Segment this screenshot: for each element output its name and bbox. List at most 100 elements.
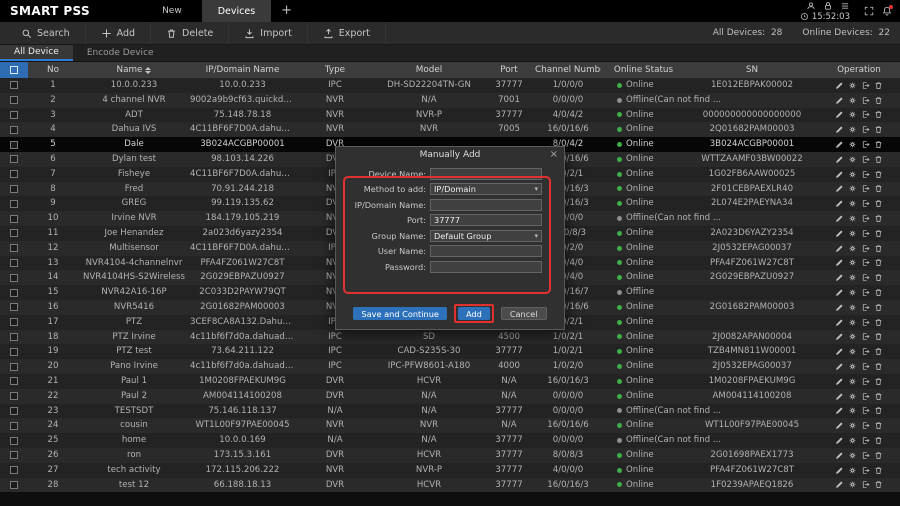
edit-icon[interactable] xyxy=(835,184,844,193)
gear-icon[interactable] xyxy=(848,81,857,90)
edit-icon[interactable] xyxy=(835,466,844,475)
logout-icon[interactable] xyxy=(861,332,870,341)
edit-icon[interactable] xyxy=(835,273,844,282)
row-checkbox[interactable] xyxy=(10,333,18,341)
edit-icon[interactable] xyxy=(835,81,844,90)
row-checkbox[interactable] xyxy=(10,377,18,385)
row-checkbox[interactable] xyxy=(10,155,18,163)
delete-icon[interactable] xyxy=(874,214,883,223)
gear-icon[interactable] xyxy=(848,229,857,238)
row-checkbox[interactable] xyxy=(10,348,18,356)
tab-new[interactable]: New xyxy=(162,6,182,16)
gear-icon[interactable] xyxy=(848,466,857,475)
row-checkbox[interactable] xyxy=(10,451,18,459)
row-checkbox[interactable] xyxy=(10,289,18,297)
select-all-checkbox[interactable] xyxy=(10,66,18,74)
logout-icon[interactable] xyxy=(861,318,870,327)
delete-icon[interactable] xyxy=(874,229,883,238)
gear-icon[interactable] xyxy=(848,140,857,149)
logout-icon[interactable] xyxy=(861,347,870,356)
logout-icon[interactable] xyxy=(861,392,870,401)
edit-icon[interactable] xyxy=(835,96,844,105)
column-header-channel[interactable]: Channel Number xyxy=(535,62,601,78)
edit-icon[interactable] xyxy=(835,214,844,223)
column-header-type[interactable]: Type xyxy=(295,62,375,78)
gear-icon[interactable] xyxy=(848,125,857,134)
row-checkbox[interactable] xyxy=(10,215,18,223)
delete-icon[interactable] xyxy=(874,421,883,430)
table-row[interactable]: 23 TESTSDT 75.146.118.137 N/A N/A 37777 … xyxy=(0,404,900,419)
table-row[interactable]: 26 ron 173.15.3.161 DVR HCVR 37777 8/0/8… xyxy=(0,448,900,463)
delete-icon[interactable] xyxy=(874,392,883,401)
gear-icon[interactable] xyxy=(848,96,857,105)
row-checkbox[interactable] xyxy=(10,318,18,326)
gear-icon[interactable] xyxy=(848,480,857,489)
logout-icon[interactable] xyxy=(861,184,870,193)
table-row[interactable]: 3 ADT 75.148.78.18 NVR NVR-P 37777 4/0/4… xyxy=(0,108,900,123)
row-checkbox[interactable] xyxy=(10,481,18,489)
logout-icon[interactable] xyxy=(861,244,870,253)
table-row[interactable]: 25 home 10.0.0.169 N/A N/A 37777 0/0/0/0… xyxy=(0,433,900,448)
delete-icon[interactable] xyxy=(874,258,883,267)
logout-icon[interactable] xyxy=(861,480,870,489)
gear-icon[interactable] xyxy=(848,184,857,193)
delete-icon[interactable] xyxy=(874,125,883,134)
edit-icon[interactable] xyxy=(835,125,844,134)
edit-icon[interactable] xyxy=(835,362,844,371)
edit-icon[interactable] xyxy=(835,332,844,341)
logout-icon[interactable] xyxy=(861,155,870,164)
column-header-model[interactable]: Model xyxy=(375,62,483,78)
row-checkbox[interactable] xyxy=(10,303,18,311)
logout-icon[interactable] xyxy=(861,406,870,415)
delete-icon[interactable] xyxy=(874,406,883,415)
user-icon[interactable] xyxy=(806,1,816,11)
delete-icon[interactable] xyxy=(874,288,883,297)
table-row[interactable]: 24 cousin WT1L00F97PAE00045 NVR NVR N/A … xyxy=(0,418,900,433)
column-header-ip[interactable]: IP/Domain Name xyxy=(190,62,295,78)
device-name-input[interactable] xyxy=(430,168,542,180)
password-input[interactable] xyxy=(430,261,542,273)
edit-icon[interactable] xyxy=(835,421,844,430)
table-row[interactable]: 18 PTZ Irvine 4c11bf6f7d0a.dahuaddns.com… xyxy=(0,330,900,345)
logout-icon[interactable] xyxy=(861,451,870,460)
row-checkbox[interactable] xyxy=(10,392,18,400)
edit-icon[interactable] xyxy=(835,303,844,312)
delete-icon[interactable] xyxy=(874,466,883,475)
delete-icon[interactable] xyxy=(874,244,883,253)
column-header-status[interactable]: Online Status xyxy=(601,62,686,78)
gear-icon[interactable] xyxy=(848,303,857,312)
logout-icon[interactable] xyxy=(861,436,870,445)
delete-icon[interactable] xyxy=(874,318,883,327)
edit-icon[interactable] xyxy=(835,436,844,445)
edit-icon[interactable] xyxy=(835,318,844,327)
gear-icon[interactable] xyxy=(848,170,857,179)
edit-icon[interactable] xyxy=(835,258,844,267)
gear-icon[interactable] xyxy=(848,273,857,282)
cancel-button[interactable]: Cancel xyxy=(501,307,547,320)
edit-icon[interactable] xyxy=(835,199,844,208)
logout-icon[interactable] xyxy=(861,170,870,179)
logout-icon[interactable] xyxy=(861,110,870,119)
edit-icon[interactable] xyxy=(835,451,844,460)
gear-icon[interactable] xyxy=(848,406,857,415)
logout-icon[interactable] xyxy=(861,214,870,223)
gear-icon[interactable] xyxy=(848,332,857,341)
gear-icon[interactable] xyxy=(848,258,857,267)
gear-icon[interactable] xyxy=(848,392,857,401)
user-name-input[interactable] xyxy=(430,245,542,257)
edit-icon[interactable] xyxy=(835,392,844,401)
add-confirm-button[interactable]: Add xyxy=(458,307,490,320)
row-checkbox[interactable] xyxy=(10,111,18,119)
table-row[interactable]: 22 Paul 2 AM004114100208 DVR N/A N/A 0/0… xyxy=(0,389,900,404)
logout-icon[interactable] xyxy=(861,273,870,282)
edit-icon[interactable] xyxy=(835,288,844,297)
row-checkbox[interactable] xyxy=(10,141,18,149)
logout-icon[interactable] xyxy=(861,258,870,267)
delete-icon[interactable] xyxy=(874,155,883,164)
row-checkbox[interactable] xyxy=(10,363,18,371)
lock-icon[interactable] xyxy=(823,1,833,11)
delete-icon[interactable] xyxy=(874,96,883,105)
gear-icon[interactable] xyxy=(848,244,857,253)
column-header-operation[interactable]: Operation xyxy=(818,62,900,78)
logout-icon[interactable] xyxy=(861,140,870,149)
